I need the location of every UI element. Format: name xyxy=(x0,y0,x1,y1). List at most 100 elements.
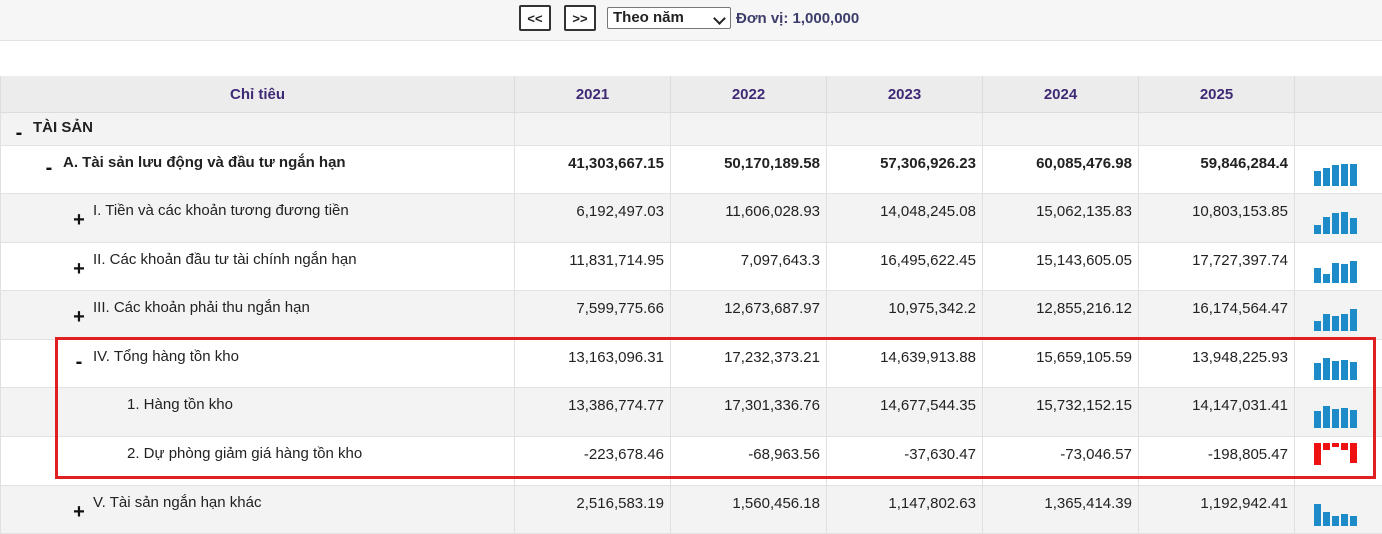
table-row: 2. Dự phòng giảm giá hàng tồn kho -223,67… xyxy=(1,437,1382,486)
value-cell: 57,306,926.23 xyxy=(827,146,983,194)
sparkline-chart[interactable] xyxy=(1314,502,1382,526)
value-cell: 13,163,096.31 xyxy=(515,340,671,388)
row-label-text: 2. Dự phòng giảm giá hàng tồn kho xyxy=(127,445,362,462)
period-select[interactable]: Theo năm xyxy=(607,7,731,29)
value-cell: 59,846,284.4 xyxy=(1139,146,1295,194)
value-cell: 15,062,135.83 xyxy=(983,194,1139,243)
value-cell: 13,386,774.77 xyxy=(515,388,671,437)
value-cell: 15,732,152.15 xyxy=(983,388,1139,437)
collapse-icon[interactable]: - xyxy=(41,158,57,178)
collapse-icon[interactable]: - xyxy=(11,123,27,143)
value-cell: 60,085,476.98 xyxy=(983,146,1139,194)
sparkline-bar xyxy=(1323,443,1330,450)
table-row: +II. Các khoản đầu tư tài chính ngắn hạn… xyxy=(1,243,1382,291)
sparkline-chart[interactable] xyxy=(1314,162,1382,186)
value-cell: 1,192,942.41 xyxy=(1139,486,1295,534)
balance-sheet-table: Chỉ tiêu 2021 2022 2023 2024 2025 -TÀI S… xyxy=(0,76,1382,534)
row-label-cell: -TÀI SẢN xyxy=(1,113,515,146)
chevron-down-icon xyxy=(713,12,726,25)
value-cell: 41,303,667.15 xyxy=(515,146,671,194)
row-label: -TÀI SẢN xyxy=(1,113,514,143)
sparkline-bar xyxy=(1350,309,1357,331)
table-header-row: Chỉ tiêu 2021 2022 2023 2024 2025 xyxy=(1,76,1382,113)
sparkline-bar xyxy=(1341,314,1348,331)
value-cell: 50,170,189.58 xyxy=(671,146,827,194)
value-cell: 14,147,031.41 xyxy=(1139,388,1295,437)
sparkline-bar xyxy=(1332,409,1339,428)
row-label: -IV. Tổng hàng tồn kho xyxy=(1,340,514,372)
row-label: +II. Các khoản đầu tư tài chính ngắn hạn xyxy=(1,243,514,279)
sparkline-cell xyxy=(1295,194,1382,243)
sparkline-chart[interactable] xyxy=(1314,259,1382,283)
sparkline-bar xyxy=(1350,516,1357,526)
sparkline-bar xyxy=(1314,321,1321,331)
period-select-value: Theo năm xyxy=(613,9,684,26)
sparkline-bar xyxy=(1314,411,1321,428)
value-cell: 16,495,622.45 xyxy=(827,243,983,291)
sparkline-cell xyxy=(1295,388,1382,437)
expand-icon[interactable]: + xyxy=(71,502,87,522)
row-label-cell: + I. Tiền và các khoản tương đương tiền xyxy=(1,194,515,243)
row-label-text: I. Tiền và các khoản tương đương tiền xyxy=(93,202,349,219)
value-cell xyxy=(1139,113,1295,146)
sparkline-bar xyxy=(1323,314,1330,331)
expand-icon[interactable]: + xyxy=(71,259,87,279)
sparkline-bar xyxy=(1314,443,1321,465)
value-cell xyxy=(983,113,1139,146)
sparkline-bar xyxy=(1341,514,1348,526)
sparkline-bar xyxy=(1332,165,1339,186)
sparkline-cell xyxy=(1295,486,1382,534)
sparkline-chart[interactable] xyxy=(1314,443,1382,467)
row-label-text: III. Các khoản phải thu ngắn hạn xyxy=(93,299,310,316)
value-cell: -37,630.47 xyxy=(827,437,983,486)
row-label-text: IV. Tổng hàng tồn kho xyxy=(93,348,239,365)
value-cell: 17,301,336.76 xyxy=(671,388,827,437)
value-cell: 17,232,373.21 xyxy=(671,340,827,388)
sparkline-chart[interactable] xyxy=(1314,356,1382,380)
value-cell: 1,365,414.39 xyxy=(983,486,1139,534)
value-cell: 10,803,153.85 xyxy=(1139,194,1295,243)
next-period-button[interactable]: >> xyxy=(564,5,596,31)
previous-period-button[interactable]: << xyxy=(519,5,551,31)
row-label: -A. Tài sản lưu động và đầu tư ngắn hạn xyxy=(1,146,514,178)
value-cell: 7,097,643.3 xyxy=(671,243,827,291)
value-cell: 15,659,105.59 xyxy=(983,340,1139,388)
sparkline-cell xyxy=(1295,291,1382,340)
expand-icon[interactable]: + xyxy=(71,210,87,230)
sparkline-chart[interactable] xyxy=(1314,404,1382,428)
collapse-icon[interactable]: - xyxy=(71,352,87,372)
sparkline-bar xyxy=(1350,362,1357,380)
sparkline-bar xyxy=(1323,274,1330,283)
row-label: 2. Dự phòng giảm giá hàng tồn kho xyxy=(1,437,514,462)
expand-icon[interactable]: + xyxy=(71,307,87,327)
value-cell: -73,046.57 xyxy=(983,437,1139,486)
value-cell: -223,678.46 xyxy=(515,437,671,486)
sparkline-bar xyxy=(1323,168,1330,186)
sparkline-chart[interactable] xyxy=(1314,210,1382,234)
value-cell: 11,606,028.93 xyxy=(671,194,827,243)
value-cell: 14,677,544.35 xyxy=(827,388,983,437)
sparkline-bar xyxy=(1323,406,1330,428)
row-label: 1. Hàng tồn kho xyxy=(1,388,514,413)
row-label-text: 1. Hàng tồn kho xyxy=(127,396,233,413)
value-cell: 12,673,687.97 xyxy=(671,291,827,340)
header-indicator: Chỉ tiêu xyxy=(1,76,515,113)
header-year: 2023 xyxy=(827,76,983,113)
value-cell: 16,174,564.47 xyxy=(1139,291,1295,340)
row-label-cell: + III. Các khoản phải thu ngắn hạn xyxy=(1,291,515,340)
row-label-cell: -A. Tài sản lưu động và đầu tư ngắn hạn xyxy=(1,146,515,194)
table-row: -TÀI SẢN xyxy=(1,113,1382,146)
sparkline-chart[interactable] xyxy=(1314,307,1382,331)
value-cell: 13,948,225.93 xyxy=(1139,340,1295,388)
sparkline-bar xyxy=(1314,268,1321,283)
value-cell xyxy=(515,113,671,146)
row-label-cell: +II. Các khoản đầu tư tài chính ngắn hạn xyxy=(1,243,515,291)
row-label-text: V. Tài sản ngắn hạn khác xyxy=(93,494,261,511)
sparkline-bar xyxy=(1314,171,1321,186)
value-cell: 7,599,775.66 xyxy=(515,291,671,340)
sparkline-bar xyxy=(1341,164,1348,186)
header-chart xyxy=(1295,76,1382,113)
value-cell: 2,516,583.19 xyxy=(515,486,671,534)
header-year: 2022 xyxy=(671,76,827,113)
value-cell: 1,560,456.18 xyxy=(671,486,827,534)
